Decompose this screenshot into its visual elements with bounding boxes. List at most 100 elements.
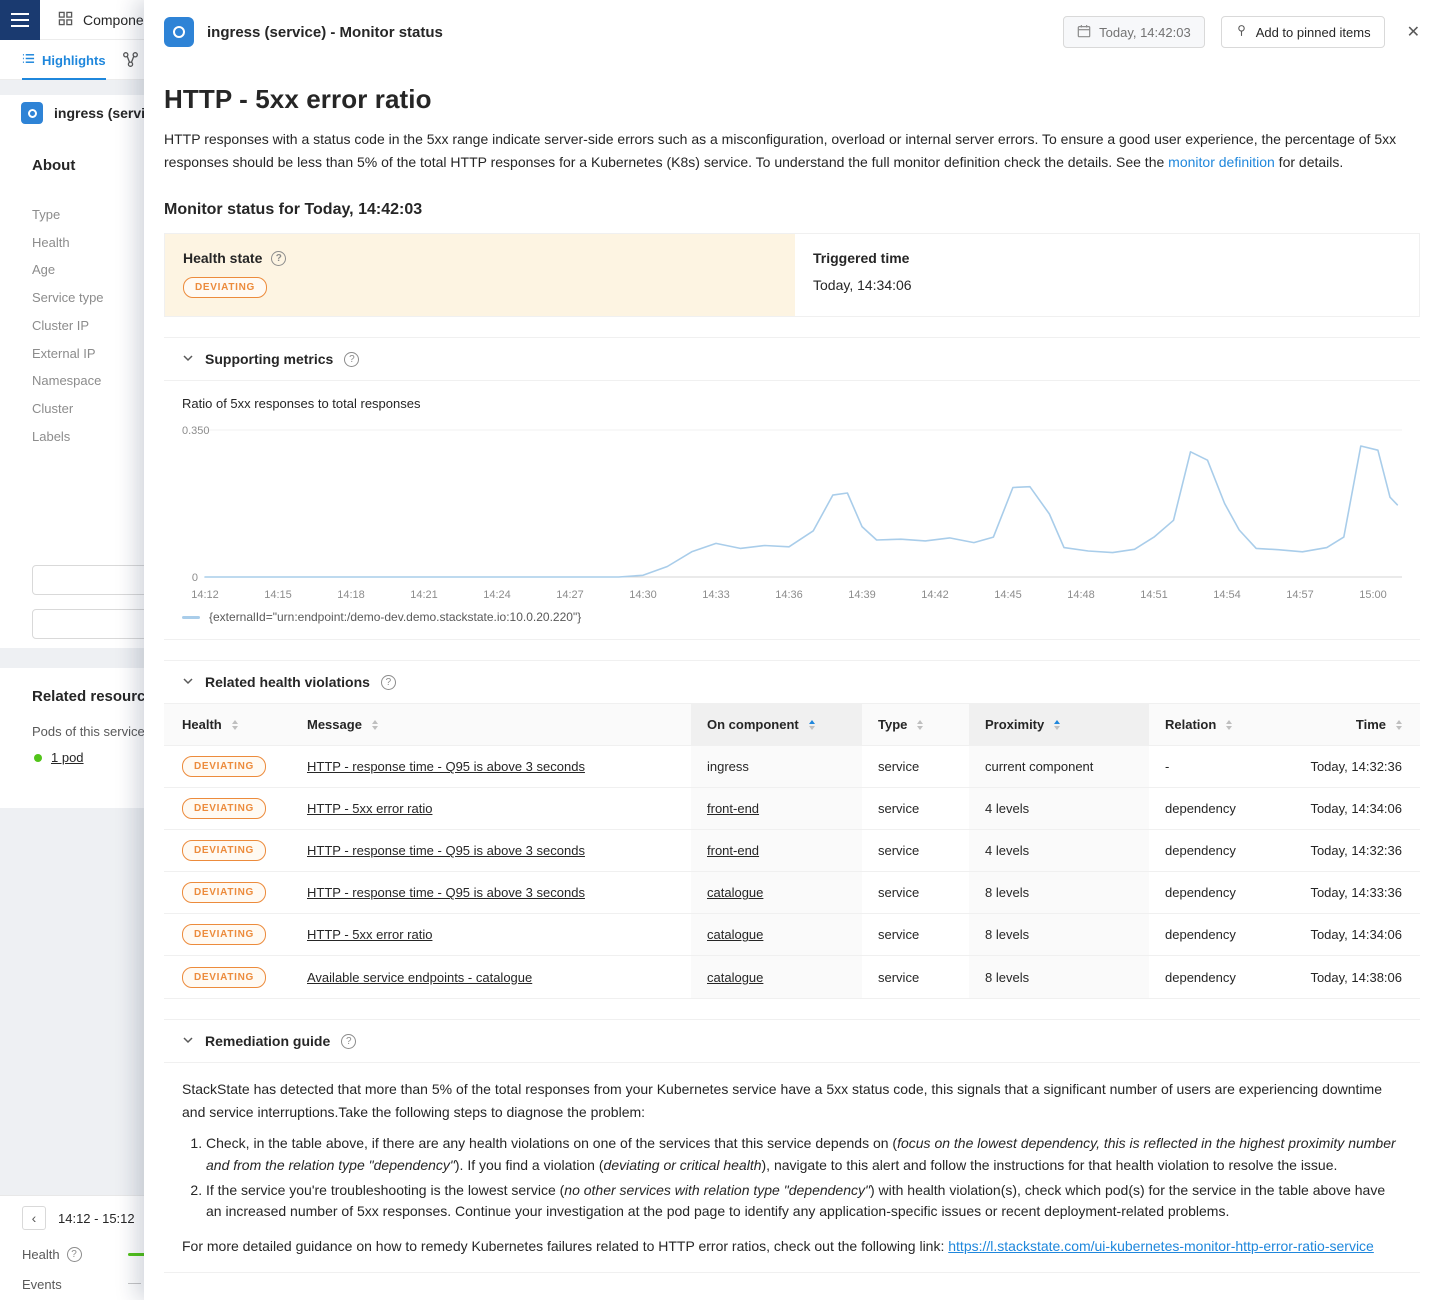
component-link[interactable]: catalogue [707, 970, 763, 985]
col-header-type[interactable]: Type [862, 704, 969, 746]
col-header-time[interactable]: Time [1282, 704, 1420, 746]
health-badge: DEVIATING [182, 798, 266, 819]
svg-text:15:00: 15:00 [1359, 589, 1387, 601]
monitor-title: HTTP - 5xx error ratio [164, 84, 1420, 115]
component-link[interactable]: catalogue [707, 927, 763, 942]
monitor-definition-link[interactable]: monitor definition [1168, 154, 1275, 170]
healthy-status-dot [34, 754, 42, 762]
col-header-message[interactable]: Message [291, 704, 691, 746]
about-field-health: Health [32, 229, 104, 257]
violation-row: DEVIATING HTTP - response time - Q95 is … [164, 746, 1420, 788]
timeline-back-button[interactable]: ‹ [22, 1206, 46, 1230]
calendar-icon [1077, 24, 1091, 41]
violation-message-link[interactable]: HTTP - 5xx error ratio [307, 801, 432, 816]
sort-icon-active[interactable] [1054, 720, 1060, 730]
violations-table: Health Message On component Type Proximi… [164, 704, 1420, 998]
violation-row: DEVIATING HTTP - response time - Q95 is … [164, 830, 1420, 872]
sort-icon[interactable] [372, 720, 378, 730]
svg-text:14:36: 14:36 [775, 589, 803, 601]
remediation-help-icon[interactable]: ? [341, 1034, 356, 1049]
monitor-status-panel: Health state ? DEVIATING Triggered time … [164, 233, 1420, 317]
violation-message-link[interactable]: Available service endpoints - catalogue [307, 970, 532, 985]
5xx-ratio-line-chart: 0.350014:1214:1514:1814:2114:2414:2714:3… [182, 417, 1402, 603]
hamburger-menu-icon[interactable] [0, 0, 40, 40]
health-state-cell: Health state ? DEVIATING [165, 234, 795, 316]
component-type: service [878, 843, 919, 858]
remediation-guide-section: Remediation guide ? StackState has detec… [164, 1019, 1420, 1273]
component-link[interactable]: front-end [707, 801, 759, 816]
violation-message-link[interactable]: HTTP - response time - Q95 is above 3 se… [307, 885, 585, 900]
sort-icon[interactable] [232, 720, 238, 730]
violations-help-icon[interactable]: ? [381, 675, 396, 690]
about-field-namespace: Namespace [32, 367, 104, 395]
tab-topology[interactable] [122, 51, 139, 73]
health-state-help-icon[interactable]: ? [271, 251, 286, 266]
violation-message-link[interactable]: HTTP - 5xx error ratio [307, 927, 432, 942]
service-icon [21, 102, 43, 124]
svg-text:14:57: 14:57 [1286, 589, 1314, 601]
violation-time: Today, 14:34:06 [1310, 801, 1402, 816]
supporting-metrics-help-icon[interactable]: ? [344, 352, 359, 367]
relation-value: dependency [1165, 970, 1236, 985]
svg-text:14:45: 14:45 [994, 589, 1022, 601]
about-field-type: Type [32, 201, 104, 229]
svg-text:14:48: 14:48 [1067, 589, 1095, 601]
health-badge: DEVIATING [182, 967, 266, 988]
related-health-violations-header[interactable]: Related health violations ? [164, 661, 1420, 704]
col-header-proximity[interactable]: Proximity [969, 704, 1149, 746]
date-picker-label: Today, 14:42:03 [1099, 25, 1191, 40]
col-header-health[interactable]: Health [164, 704, 291, 746]
sort-icon[interactable] [917, 720, 923, 730]
sort-icon[interactable] [1226, 720, 1232, 730]
health-badge: DEVIATING [182, 924, 266, 945]
pod-link[interactable]: 1 pod [51, 750, 84, 765]
tab-highlights[interactable]: Highlights [22, 40, 106, 80]
violation-time: Today, 14:33:36 [1310, 885, 1402, 900]
sort-icon[interactable] [1396, 720, 1402, 730]
pods-of-service-label: Pods of this service [32, 724, 145, 739]
violation-row: DEVIATING HTTP - response time - Q95 is … [164, 872, 1420, 914]
component-link[interactable]: front-end [707, 843, 759, 858]
add-to-pinned-items-label: Add to pinned items [1256, 25, 1371, 40]
about-field-cluster: Cluster [32, 395, 104, 423]
health-help-icon[interactable]: ? [67, 1247, 82, 1262]
highlights-list-icon [22, 52, 35, 68]
supporting-metrics-header[interactable]: Supporting metrics ? [164, 338, 1420, 381]
health-badge: DEVIATING [182, 756, 266, 777]
svg-text:14:18: 14:18 [337, 589, 365, 601]
component-name: ingress [707, 759, 749, 774]
triggered-time-label: Triggered time [813, 250, 909, 266]
topology-icon [122, 55, 139, 72]
about-dropdown-2[interactable] [32, 609, 162, 639]
modal-header: ingress (service) - Monitor status Today… [164, 0, 1420, 64]
component-link[interactable]: catalogue [707, 885, 763, 900]
close-icon[interactable]: ✕ [1407, 22, 1420, 42]
violation-row: DEVIATING Available service endpoints - … [164, 956, 1420, 998]
violation-row: DEVIATING HTTP - 5xx error ratio catalog… [164, 914, 1420, 956]
violation-message-link[interactable]: HTTP - response time - Q95 is above 3 se… [307, 759, 585, 774]
remediation-guide-header[interactable]: Remediation guide ? [164, 1020, 1420, 1063]
about-field-labels: Labels [32, 423, 104, 451]
svg-text:14:27: 14:27 [556, 589, 584, 601]
health-label: Health [22, 1247, 60, 1262]
violation-message-link[interactable]: HTTP - response time - Q95 is above 3 se… [307, 843, 585, 858]
component-type: service [878, 885, 919, 900]
component-type: service [878, 927, 919, 942]
add-to-pinned-items-button[interactable]: Add to pinned items [1221, 16, 1385, 48]
related-health-violations-title: Related health violations [205, 674, 370, 690]
col-header-relation[interactable]: Relation [1149, 704, 1282, 746]
proximity-value: 4 levels [985, 801, 1029, 816]
date-picker-button[interactable]: Today, 14:42:03 [1063, 16, 1205, 48]
sort-icon-active[interactable] [809, 720, 815, 730]
remediation-doc-link[interactable]: https://l.stackstate.com/ui-kubernetes-m… [948, 1238, 1374, 1254]
col-header-on-component[interactable]: On component [691, 704, 862, 746]
chart-title: Ratio of 5xx responses to total response… [164, 381, 1420, 411]
chevron-down-icon [182, 351, 194, 367]
monitor-status-heading: Monitor status for Today, 14:42:03 [164, 201, 1420, 219]
component-type: service [878, 759, 919, 774]
remediation-guide-title: Remediation guide [205, 1033, 330, 1049]
components-grid-icon [58, 11, 73, 29]
svg-text:14:42: 14:42 [921, 589, 949, 601]
about-dropdown-1[interactable] [32, 565, 162, 595]
time-range-label: 14:12 - 15:12 [58, 1211, 135, 1226]
